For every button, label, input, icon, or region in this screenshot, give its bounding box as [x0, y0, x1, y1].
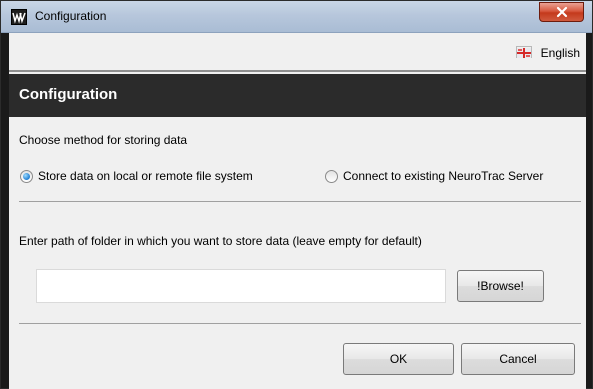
storage-method-label: Choose method for storing data	[19, 133, 188, 147]
radio-unchecked-icon[interactable]	[325, 169, 338, 183]
radio-checked-icon[interactable]	[20, 169, 33, 183]
cancel-button[interactable]: Cancel	[461, 343, 575, 375]
radio-option-file-system[interactable]: Store data on local or remote file syste…	[20, 169, 253, 183]
app-logo-icon	[11, 9, 27, 25]
close-icon	[556, 6, 567, 18]
title-bar[interactable]: Configuration	[1, 1, 592, 33]
radio-label-file-system[interactable]: Store data on local or remote file syste…	[38, 169, 253, 183]
language-bar: English	[9, 33, 586, 72]
page-title: Configuration	[19, 86, 118, 103]
divider	[19, 323, 581, 324]
divider	[19, 201, 581, 202]
radio-option-neurotrac-server[interactable]: Connect to existing NeuroTrac Server	[325, 169, 543, 183]
folder-path-label: Enter path of folder in which you want t…	[19, 234, 422, 248]
window-title: Configuration	[35, 9, 107, 23]
ok-button[interactable]: OK	[343, 343, 454, 375]
language-selector[interactable]: English	[541, 46, 580, 60]
dialog-client-area: English Configuration Choose method for …	[9, 33, 586, 389]
configuration-window: Configuration English Configuration Choo…	[0, 0, 593, 389]
header-banner: Configuration	[9, 74, 586, 117]
close-button[interactable]	[539, 2, 584, 22]
browse-button[interactable]: !Browse!	[457, 270, 544, 302]
flag-uk-icon[interactable]	[516, 46, 532, 58]
radio-label-neurotrac-server[interactable]: Connect to existing NeuroTrac Server	[343, 169, 543, 183]
dialog-content: Choose method for storing data Store dat…	[9, 117, 586, 389]
folder-path-input[interactable]	[36, 269, 446, 303]
